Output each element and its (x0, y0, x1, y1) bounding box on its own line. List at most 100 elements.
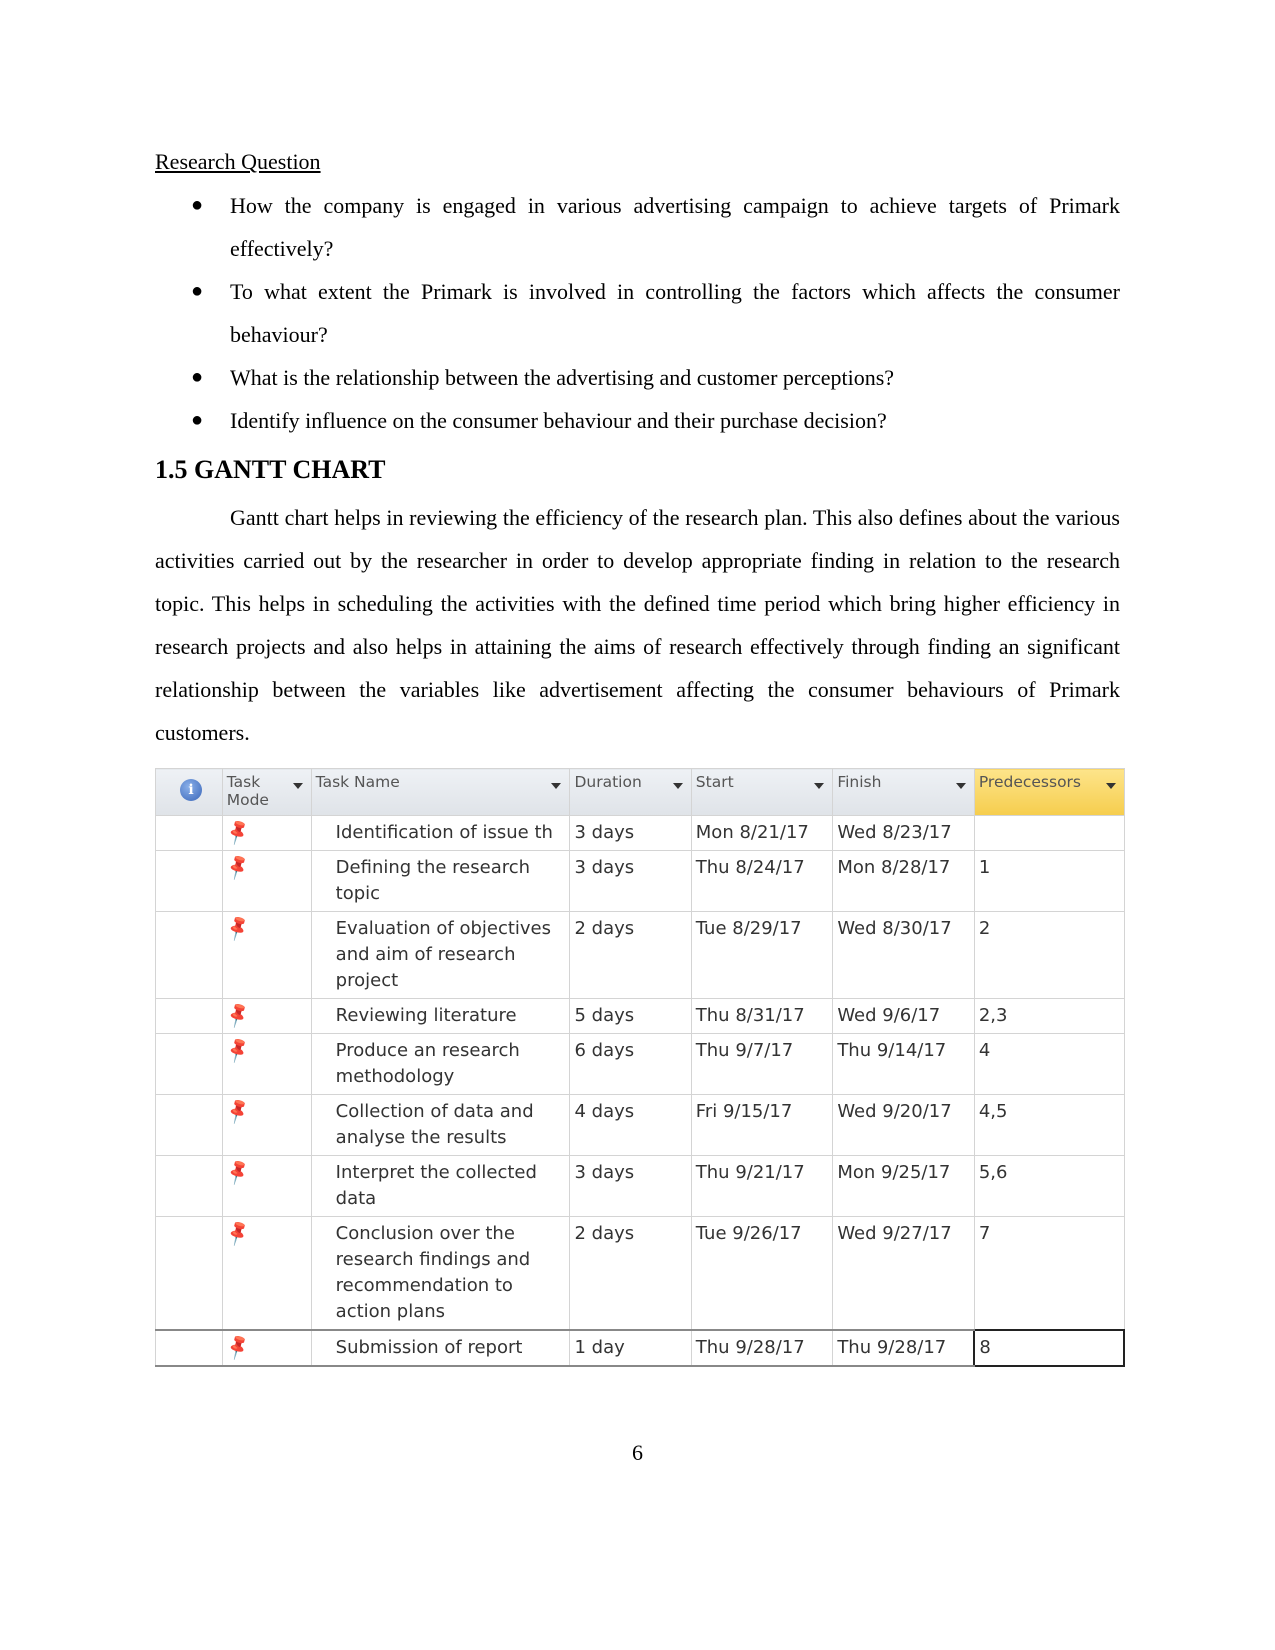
task-name-column-header[interactable]: Task Name (310, 768, 571, 816)
task-name-cell[interactable]: Produce an research methodology (310, 1033, 571, 1095)
dropdown-arrow-icon[interactable] (551, 783, 562, 789)
document-page: Research Question ● How the company is en… (155, 140, 1120, 754)
duration-cell[interactable]: 3 days (569, 1155, 692, 1217)
predecessors-cell[interactable]: 4 (973, 1033, 1125, 1095)
predecessors-cell[interactable]: 8 (973, 1329, 1125, 1367)
row-indicator-cell[interactable] (155, 1094, 223, 1156)
predecessors-column-header[interactable]: Predecessors (973, 768, 1125, 816)
task-name-cell[interactable]: Defining the research topic (310, 850, 571, 912)
dropdown-arrow-icon[interactable] (955, 783, 966, 789)
list-item: ● To what extent the Primark is involved … (155, 270, 1120, 356)
start-cell[interactable]: Mon 8/21/17 (690, 815, 834, 851)
dropdown-arrow-icon[interactable] (292, 783, 303, 789)
finish-cell[interactable]: Wed 9/6/17 (832, 998, 975, 1034)
row-indicator-cell[interactable] (155, 850, 223, 912)
start-cell[interactable]: Thu 8/24/17 (690, 850, 834, 912)
task-mode-cell[interactable]: 📌 (221, 815, 312, 851)
list-item: ● What is the relationship between the ad… (155, 356, 1120, 399)
start-cell[interactable]: Thu 9/7/17 (690, 1033, 834, 1095)
duration-cell[interactable]: 1 day (569, 1329, 692, 1367)
predecessors-cell[interactable]: 1 (973, 850, 1125, 912)
start-cell[interactable]: Thu 8/31/17 (690, 998, 834, 1034)
table-row[interactable]: 📌 Evaluation of objectives and aim of res… (155, 911, 1125, 999)
start-cell[interactable]: Tue 9/26/17 (690, 1216, 834, 1331)
start-cell[interactable]: Fri 9/15/17 (690, 1094, 834, 1156)
start-cell[interactable]: Tue 8/29/17 (690, 911, 834, 999)
body-paragraph: Gantt chart helps in reviewing the effic… (155, 505, 1120, 745)
bullet-icon: ● (191, 194, 204, 216)
duration-cell[interactable]: 4 days (569, 1094, 692, 1156)
task-name-cell[interactable]: Interpret the collected data (310, 1155, 571, 1217)
task-mode-cell[interactable]: 📌 (221, 1033, 312, 1095)
table-row[interactable]: 📌 Submission of report 1 day Thu 9/28/17 Thu… (155, 1329, 1125, 1367)
task-mode-column-header[interactable]: Task Mode (221, 768, 312, 816)
duration-cell[interactable]: 3 days (569, 815, 692, 851)
table-row[interactable]: 📌 Collection of data and analyse the resu… (155, 1094, 1125, 1156)
pin-icon: 📌 (222, 852, 253, 883)
predecessors-cell[interactable]: 7 (973, 1216, 1125, 1331)
predecessors-cell[interactable]: 5,6 (973, 1155, 1125, 1217)
row-indicator-cell[interactable] (155, 1033, 223, 1095)
task-name-cell[interactable]: Evaluation of objectives and aim of rese… (310, 911, 571, 999)
task-name-cell[interactable]: Conclusion over the research findings an… (310, 1216, 571, 1331)
duration-cell[interactable]: 2 days (569, 1216, 692, 1331)
table-row[interactable]: 📌 Conclusion over the research findings a… (155, 1216, 1125, 1331)
task-mode-cell[interactable]: 📌 (221, 1094, 312, 1156)
finish-cell[interactable]: Wed 9/27/17 (832, 1216, 975, 1331)
task-name-cell[interactable]: Reviewing literature (310, 998, 571, 1034)
finish-cell[interactable]: Wed 8/30/17 (832, 911, 975, 999)
task-mode-cell[interactable]: 📌 (221, 1155, 312, 1217)
task-mode-cell[interactable]: 📌 (221, 1216, 312, 1331)
finish-cell[interactable]: Mon 8/28/17 (832, 850, 975, 912)
duration-cell[interactable]: 5 days (569, 998, 692, 1034)
row-indicator-cell[interactable] (155, 1155, 223, 1217)
finish-cell[interactable]: Wed 9/20/17 (832, 1094, 975, 1156)
table-row[interactable]: 📌 Reviewing literature 5 days Thu 8/31/17 We… (155, 998, 1125, 1034)
start-cell[interactable]: Thu 9/28/17 (690, 1329, 834, 1367)
start-column-header[interactable]: Start (690, 768, 834, 816)
finish-cell[interactable]: Wed 8/23/17 (832, 815, 975, 851)
research-questions-list: ● How the company is engaged in various a… (155, 184, 1120, 442)
duration-cell[interactable]: 3 days (569, 850, 692, 912)
dropdown-arrow-icon[interactable] (672, 783, 683, 789)
pin-icon: 📌 (222, 1035, 253, 1066)
predecessors-cell[interactable]: 4,5 (973, 1094, 1125, 1156)
section-heading: 1.5 GANTT CHART (155, 455, 386, 484)
predecessors-cell[interactable]: 2,3 (973, 998, 1125, 1034)
task-name-cell[interactable]: Identification of issue th (310, 815, 571, 851)
table-row[interactable]: 📌 Produce an research methodology 6 days Th… (155, 1033, 1125, 1095)
finish-column-header[interactable]: Finish (832, 768, 975, 816)
bullet-icon: ● (191, 409, 204, 431)
task-name-cell[interactable]: Submission of report (310, 1329, 571, 1367)
dropdown-arrow-icon[interactable] (1105, 783, 1116, 789)
task-name-cell[interactable]: Collection of data and analyse the resul… (310, 1094, 571, 1156)
task-mode-cell[interactable]: 📌 (221, 1329, 312, 1367)
finish-cell[interactable]: Mon 9/25/17 (832, 1155, 975, 1217)
finish-cell[interactable]: Thu 9/28/17 (832, 1329, 975, 1367)
pin-icon: 📌 (222, 1218, 253, 1249)
task-mode-cell[interactable]: 📌 (221, 850, 312, 912)
row-indicator-cell[interactable] (155, 815, 223, 851)
duration-cell[interactable]: 2 days (569, 911, 692, 999)
row-indicator-cell[interactable] (155, 998, 223, 1034)
table-row[interactable]: 📌 Defining the research topic 3 days Thu 8/… (155, 850, 1125, 912)
table-row[interactable]: 📌 Identification of issue th 3 days Mon 8/2… (155, 815, 1125, 851)
pin-icon: 📌 (222, 1096, 253, 1127)
table-row[interactable]: 📌 Interpret the collected data 3 days Thu 9… (155, 1155, 1125, 1217)
duration-column-header[interactable]: Duration (569, 768, 692, 816)
start-cell[interactable]: Thu 9/21/17 (690, 1155, 834, 1217)
row-indicator-cell[interactable] (155, 1216, 223, 1331)
row-indicator-cell[interactable] (155, 911, 223, 999)
task-mode-cell[interactable]: 📌 (221, 998, 312, 1034)
finish-cell[interactable]: Thu 9/14/17 (832, 1033, 975, 1095)
predecessors-cell[interactable] (973, 815, 1125, 851)
task-mode-cell[interactable]: 📌 (221, 911, 312, 999)
bullet-icon: ● (191, 280, 204, 302)
dropdown-arrow-icon[interactable] (814, 783, 825, 789)
duration-cell[interactable]: 6 days (569, 1033, 692, 1095)
table-body: 📌 Identification of issue th 3 days Mon 8/2… (155, 815, 1125, 1367)
info-icon: i (180, 779, 202, 801)
info-column-header[interactable]: i (155, 768, 223, 816)
row-indicator-cell[interactable] (155, 1329, 223, 1367)
predecessors-cell[interactable]: 2 (973, 911, 1125, 999)
